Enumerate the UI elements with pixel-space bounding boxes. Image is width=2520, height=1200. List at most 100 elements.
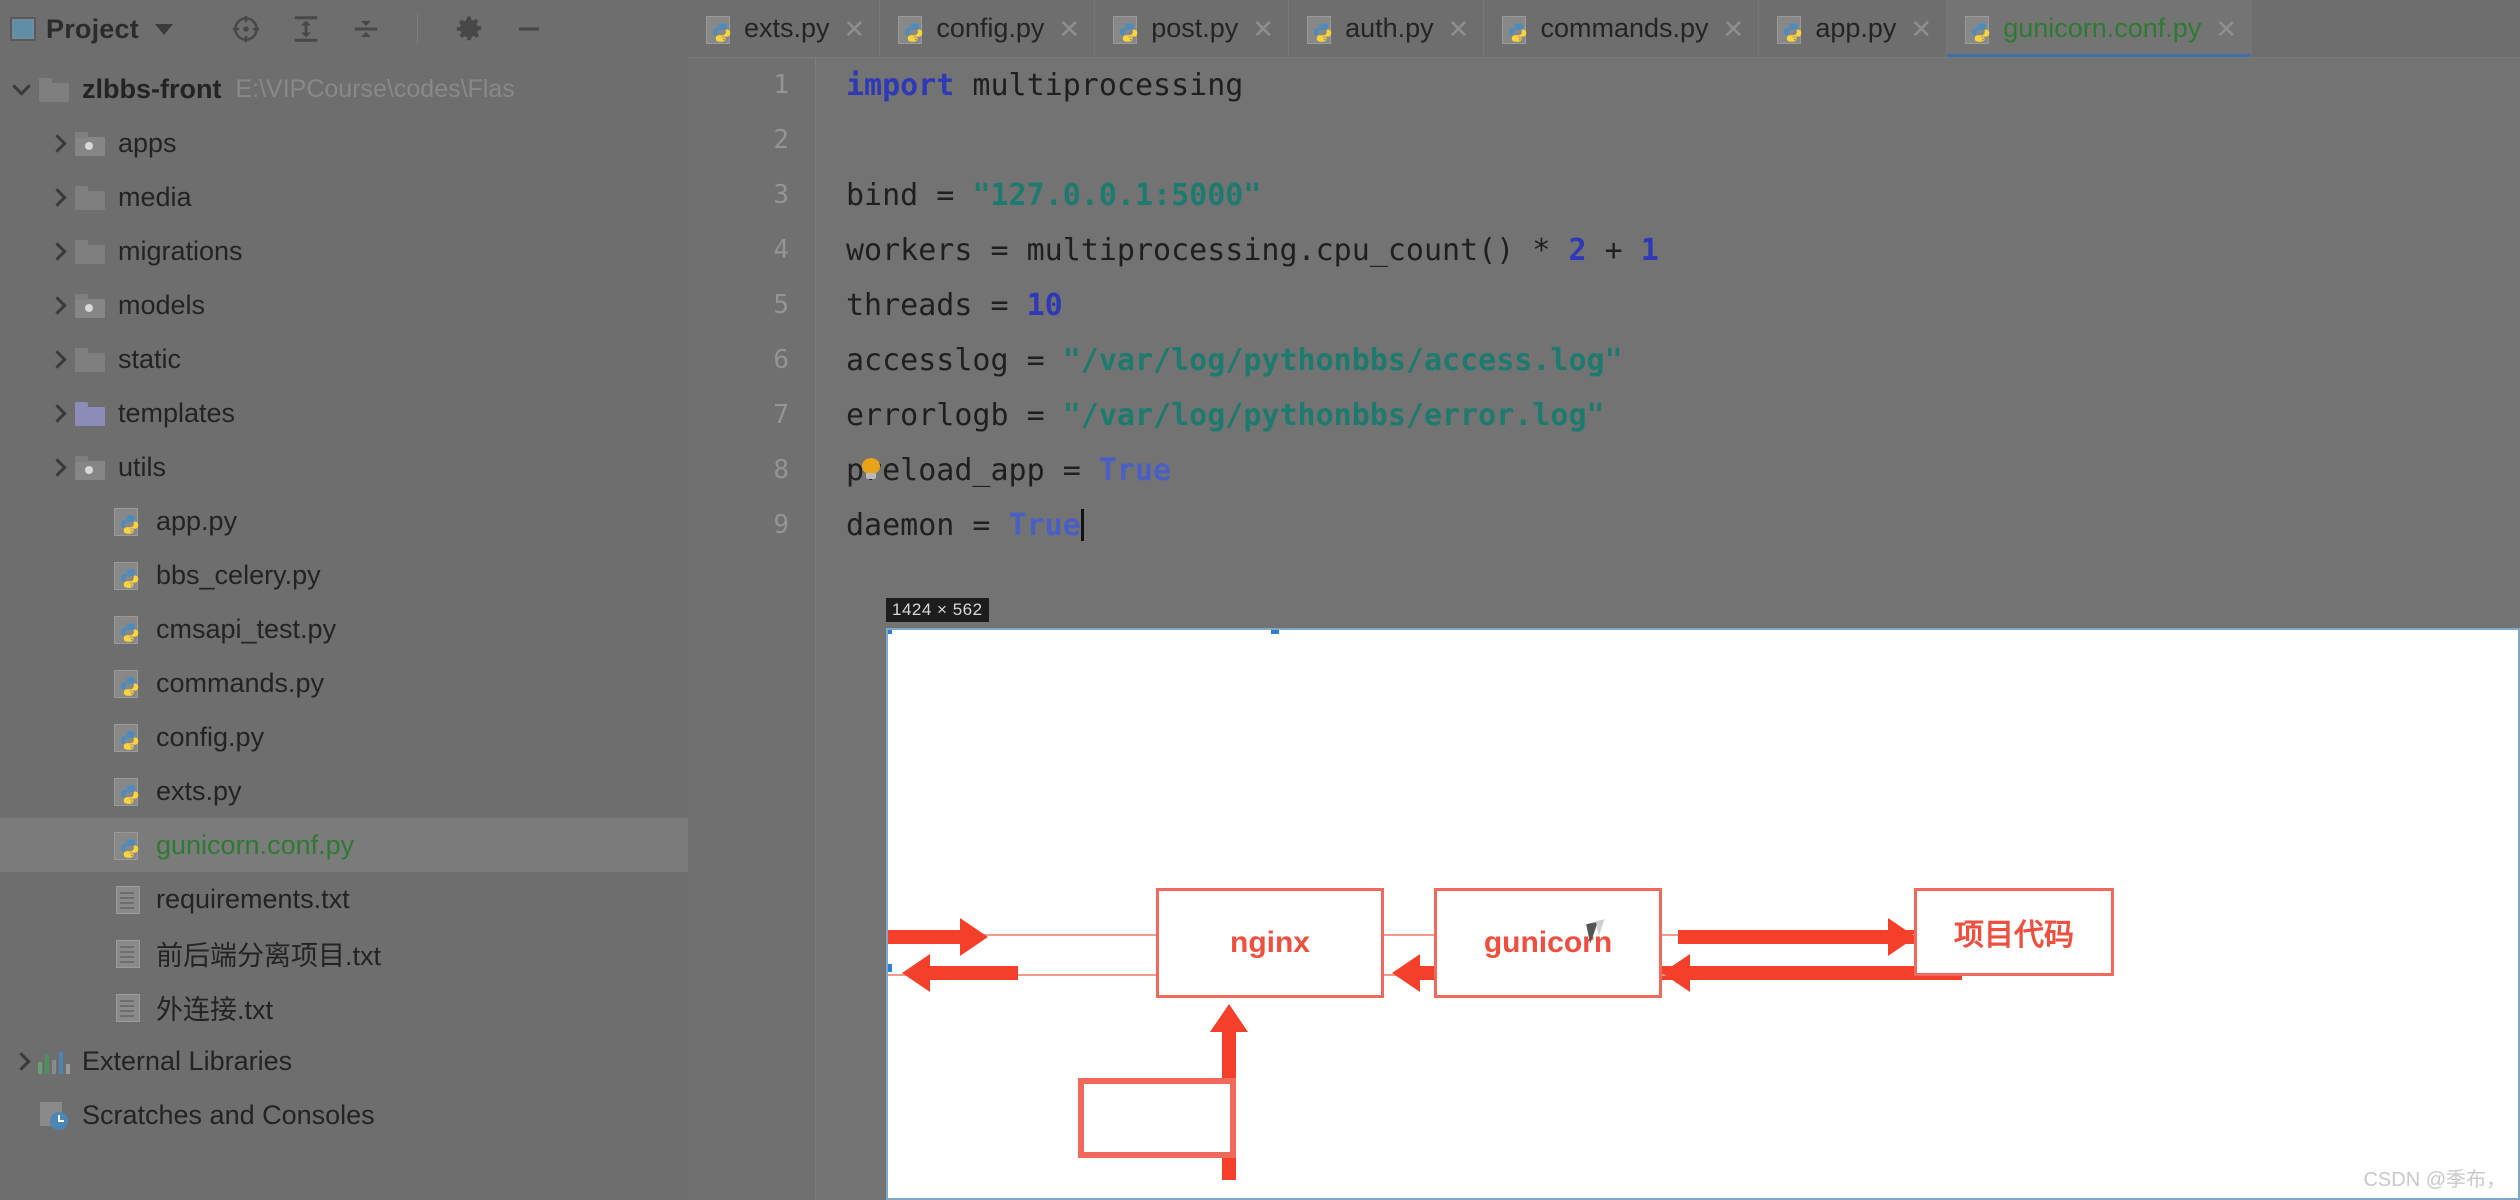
tree-row[interactable]: media — [0, 170, 688, 224]
external-libraries-icon — [38, 1048, 70, 1074]
folder-icon — [74, 237, 106, 265]
tree-row[interactable]: apps — [0, 116, 688, 170]
tree-row[interactable]: templates — [0, 386, 688, 440]
text-file-icon — [112, 885, 144, 914]
select-opened-file-icon[interactable] — [231, 14, 261, 44]
close-icon[interactable]: ✕ — [1058, 16, 1080, 42]
code-token: bind = — [846, 178, 973, 213]
code-line[interactable]: daemon = True — [846, 498, 2520, 553]
nginx-box: nginx — [1156, 888, 1384, 998]
editor-tab[interactable]: app.py ✕ — [1759, 0, 1948, 57]
editor-tab[interactable]: config.py ✕ — [880, 0, 1096, 57]
tree-row[interactable]: 外连接.txt — [0, 980, 688, 1034]
tree-row-label: utils — [118, 451, 167, 482]
editor-tab[interactable]: auth.py ✕ — [1289, 0, 1485, 57]
editor-tab[interactable]: commands.py ✕ — [1484, 0, 1760, 57]
tree-row[interactable]: External Libraries — [0, 1034, 688, 1088]
chevron-right-icon[interactable] — [40, 353, 74, 366]
editor-tab-label: auth.py — [1345, 13, 1434, 43]
resize-handle-left-middle[interactable] — [888, 964, 892, 972]
project-window-icon — [10, 17, 36, 41]
tree-row-label: Scratches and Consoles — [82, 1099, 375, 1130]
chevron-right-icon[interactable] — [4, 1055, 38, 1068]
code-line[interactable]: preload_app = True — [846, 443, 2520, 498]
close-icon[interactable]: ✕ — [1252, 16, 1274, 42]
line-number: 7 — [773, 400, 789, 430]
tree-row[interactable]: requirements.txt — [0, 872, 688, 926]
tree-row[interactable]: config.py — [0, 710, 688, 764]
python-file-icon — [112, 669, 144, 698]
arrow-into-nginx-left — [888, 918, 988, 956]
close-icon[interactable]: ✕ — [1910, 16, 1932, 42]
chevron-right-icon[interactable] — [40, 191, 74, 204]
source-folder-icon — [74, 291, 106, 319]
tree-row-label: 外连接.txt — [156, 994, 274, 1025]
editor-tab-label: post.py — [1151, 13, 1239, 43]
folder-icon — [38, 75, 70, 103]
editor-tab[interactable]: gunicorn.conf.py ✕ — [1947, 0, 2253, 57]
resize-handle-top-middle[interactable] — [1271, 630, 1279, 634]
project-toolbar — [231, 14, 544, 44]
code-line[interactable]: import multiprocessing — [846, 58, 2520, 113]
chevron-down-icon[interactable] — [4, 80, 38, 98]
code-token: errorlogb = — [846, 398, 1063, 433]
tree-row-label: zlbbs-front — [82, 73, 222, 104]
pasted-image-selection[interactable]: nginx gunicorn 项目代码 — [886, 628, 2520, 1200]
code-token: True — [1008, 508, 1081, 543]
tree-row[interactable]: models — [0, 278, 688, 332]
gear-icon[interactable] — [454, 14, 484, 44]
tree-row[interactable]: 前后端分离项目.txt — [0, 926, 688, 980]
editor-tab[interactable]: exts.py ✕ — [688, 0, 881, 57]
chevron-right-icon[interactable] — [40, 461, 74, 474]
tree-row[interactable]: static — [0, 332, 688, 386]
chevron-right-icon[interactable] — [40, 245, 74, 258]
code-token: 2 — [1568, 233, 1587, 268]
code-line[interactable]: workers = multiprocessing.cpu_count() * … — [846, 223, 2520, 278]
line-number: 2 — [773, 125, 789, 155]
expand-all-icon[interactable] — [291, 14, 321, 44]
source-folder-icon — [74, 453, 106, 481]
close-icon[interactable]: ✕ — [1723, 16, 1745, 42]
tree-row[interactable]: cmsapi_test.py — [0, 602, 688, 656]
code-line[interactable]: bind = "127.0.0.1:5000" — [846, 168, 2520, 223]
code-token: True — [1098, 453, 1172, 488]
code-line[interactable]: errorlogb = "/var/log/pythonbbs/error.lo… — [846, 388, 2520, 443]
code-line[interactable] — [846, 113, 2520, 168]
close-icon[interactable]: ✕ — [844, 16, 866, 42]
tree-row-label: media — [118, 181, 192, 212]
editor-tab-label: commands.py — [1540, 13, 1709, 43]
project-code-box-label: 项目代码 — [1954, 919, 2074, 952]
code-token: "127.0.0.1:5000" — [972, 178, 1262, 213]
tree-row[interactable]: exts.py — [0, 764, 688, 818]
hide-panel-icon[interactable] — [514, 14, 544, 44]
close-icon[interactable]: ✕ — [1448, 16, 1470, 42]
code-token: "/var/log/pythonbbs/error.log" — [1062, 398, 1605, 433]
tree-row[interactable]: migrations — [0, 224, 688, 278]
chevron-right-icon[interactable] — [40, 137, 74, 150]
image-dimension-badge: 1424 × 562 — [886, 598, 989, 622]
tree-row[interactable]: app.py — [0, 494, 688, 548]
editor-tab[interactable]: post.py ✕ — [1095, 0, 1290, 57]
chevron-right-icon[interactable] — [40, 407, 74, 420]
project-tree[interactable]: zlbbs-front E:\VIPCourse\codes\Flas apps me… — [0, 58, 688, 1200]
tree-row[interactable]: Scratches and Consoles — [0, 1088, 688, 1142]
collapse-all-icon[interactable] — [351, 14, 381, 44]
code-line[interactable]: threads = 10 — [846, 278, 2520, 333]
tree-row[interactable]: zlbbs-front E:\VIPCourse\codes\Flas — [0, 62, 688, 116]
tree-row[interactable]: bbs_celery.py — [0, 548, 688, 602]
resize-handle-top-left[interactable] — [888, 630, 892, 634]
line-number: 6 — [773, 345, 789, 375]
tree-row[interactable]: gunicorn.conf.py — [0, 818, 688, 872]
tree-row[interactable]: utils — [0, 440, 688, 494]
code-line[interactable]: accesslog = "/var/log/pythonbbs/access.l… — [846, 333, 2520, 388]
editor-tab-bar[interactable]: exts.py ✕ config.py ✕ post.py ✕ auth.py ✕ comman… — [688, 0, 2520, 58]
intention-bulb-icon[interactable] — [860, 458, 882, 480]
line-number: 3 — [773, 180, 789, 210]
close-icon[interactable]: ✕ — [2215, 16, 2237, 42]
nginx-box-label: nginx — [1230, 926, 1310, 959]
tree-row[interactable]: commands.py — [0, 656, 688, 710]
chevron-right-icon[interactable] — [40, 299, 74, 312]
chevron-down-icon[interactable] — [154, 23, 173, 35]
tree-row-label: templates — [118, 397, 236, 428]
